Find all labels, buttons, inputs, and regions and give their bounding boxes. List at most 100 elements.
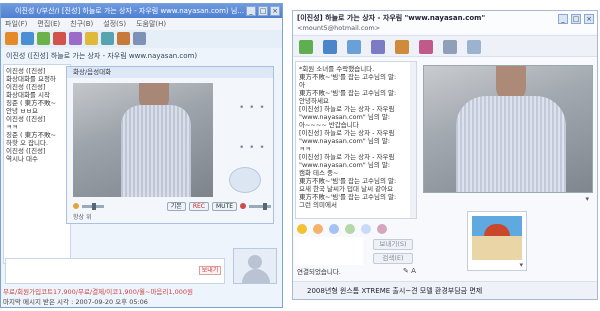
chat-line: 東方不敗~'빔'를 잡는 고수님의 말: (299, 193, 397, 201)
activities-icon[interactable] (395, 40, 409, 54)
advertisement-banner[interactable]: 2008년형 윈스톰 XTREME 출시~견 모델 환경부담금 면제 (293, 281, 597, 299)
mute-button[interactable]: MUTE (211, 201, 237, 211)
promo-status-line[interactable]: 무료/회원가입코트17,900/무료/결제/이코1,900/월~마음리1,000… (3, 287, 282, 297)
menu-settings[interactable]: 설정(S) (103, 18, 126, 30)
game-icon[interactable] (69, 32, 82, 45)
minimize-button[interactable]: _ (246, 6, 256, 16)
call-icon[interactable] (371, 40, 385, 54)
chat-line: [이진성] 하늘로 가는 상자 - 자우림 (299, 153, 395, 161)
chat-line: [이진성] 하늘로 가는 상자 - 자우림 (299, 105, 395, 113)
beach-image (472, 216, 522, 260)
wink-icon[interactable] (313, 224, 323, 234)
contact-email: <mount5@hotmail.com> (297, 24, 381, 32)
chat-line: 東方不敗~'빔'를 잡는 고수님의 말: (299, 89, 397, 97)
mic-slider[interactable] (249, 202, 271, 210)
voice-clip-icon[interactable] (345, 224, 355, 234)
chat-line: 이진성 ([진성] (6, 67, 46, 75)
emoticon-icon[interactable] (297, 224, 307, 234)
remote-video-placeholder: • • • (239, 103, 266, 113)
text-format-icon[interactable]: ✎ A (403, 267, 416, 275)
chat-line: 東方不敗~'빔'를 잡는 고수님의 말: (299, 177, 397, 185)
menu-friends[interactable]: 친구(B) (70, 18, 93, 30)
chat-line: [이진성] 하늘로 가는 상자 - 자우림 (299, 129, 395, 137)
menu-icon[interactable] (467, 40, 481, 54)
invite-icon[interactable] (299, 40, 313, 54)
sms-icon[interactable] (85, 32, 98, 45)
status-text: 연결되었습니다. (297, 268, 341, 276)
block-icon[interactable] (443, 40, 457, 54)
chat-line: *회원 소녀를 수락했습니다. (299, 65, 375, 73)
video-controls: 기본 REC MUTE (73, 201, 271, 211)
left-contact-header: 이진성 ([진성] 하늘로 가는 상자 - 자우림 www.nayasan.co… (6, 52, 198, 60)
last-message-time: 마지막 메시지 받은 시각 : 2007-09-20 오후 05:06 (3, 298, 148, 306)
menu-edit[interactable]: 편집(E) (37, 18, 60, 30)
menu-file[interactable]: 파일(F) (5, 18, 27, 30)
left-chat-window: 이진성 (/부산/) [진성] 하늘로 가는 상자 - 자우림 www.naya… (0, 3, 283, 308)
right-toolbar (293, 35, 597, 57)
right-window-controls: _ □ × (558, 14, 594, 24)
chevron-down-icon[interactable]: ▾ (519, 261, 523, 269)
chat-line: "www.nayasan.com" 님의 말: (299, 137, 391, 145)
invite-icon[interactable] (5, 32, 18, 45)
minimize-button[interactable]: _ (558, 14, 568, 24)
close-button[interactable]: × (584, 14, 594, 24)
file-send-icon[interactable] (21, 32, 34, 45)
close-button[interactable]: × (270, 6, 280, 16)
send-button[interactable]: 보내기(S) (373, 239, 413, 250)
share-files-icon[interactable] (323, 40, 337, 54)
chat-line: 요새 한국 날씨가 덥대 날씨 같아요 (299, 185, 394, 193)
right-chat-window: [이진성] 하늘로 가는 상자 - 자우림 "www.nayasan.com" … (292, 10, 598, 300)
chat-line: 이진성 ([진성] (6, 83, 46, 91)
left-menu-bar: 파일(F) 편집(E) 친구(B) 설정(S) 도움말(H) (1, 18, 282, 30)
speaker-icon[interactable] (229, 167, 261, 193)
right-chat-history[interactable]: *회원 소녀를 수락했습니다. 東方不敗~'빔'를 잡는 고수님의 말: 아 東… (295, 61, 417, 219)
ink-icon[interactable] (377, 224, 387, 234)
webcam-video (73, 83, 213, 197)
chat-line: 징준 ( 東方不敗~ (6, 99, 57, 107)
left-window-title: 이진성 (/부산/) [진성] 하늘로 가는 상자 - 자우림 www.naya… (1, 4, 282, 18)
video-icon[interactable] (37, 32, 50, 45)
video-call-icon[interactable] (347, 40, 361, 54)
display-picture[interactable]: ▾ (467, 211, 527, 271)
default-button[interactable]: 기본 (166, 201, 186, 211)
chat-line: 東方不敗~'빔'를 잡는 고수님의 말: (299, 73, 397, 81)
right-message-input[interactable] (295, 237, 363, 265)
chat-line: 화상대화를 요청하 (6, 75, 56, 83)
left-send-button[interactable]: 보내기 (199, 266, 221, 275)
right-window-header: [이진성] 하늘로 가는 상자 - 자우림 "www.nayasan.com" … (293, 11, 597, 33)
webcam-video-large (423, 65, 593, 193)
chat-line: 화상대화를 시작 (6, 91, 50, 99)
left-message-input[interactable] (5, 258, 225, 284)
always-on-top-label[interactable]: 항상 위 (73, 213, 271, 222)
person-shirt (121, 105, 191, 197)
left-chat-history[interactable]: 이진성 ([진성] 화상대화를 요청하 이진성 ([진성] 화상대화를 시작 징… (3, 64, 71, 264)
nudge-icon[interactable] (329, 224, 339, 234)
games-icon[interactable] (419, 40, 433, 54)
volume-slider[interactable] (82, 202, 104, 210)
chevron-down-icon[interactable]: ▾ (585, 195, 589, 203)
maximize-button[interactable]: □ (258, 6, 268, 16)
voice-icon[interactable] (53, 32, 66, 45)
paint-icon[interactable] (117, 32, 130, 45)
menu-help[interactable]: 도움말(H) (136, 18, 166, 30)
mic-icon (240, 203, 246, 209)
chat-line: 이진성 ([진성] (6, 147, 46, 155)
chat-line: 캠화 테스 중~ (299, 169, 339, 177)
search-button[interactable]: 검색(E) (373, 253, 413, 264)
background-icon[interactable] (361, 224, 371, 234)
rec-button[interactable]: REC (188, 201, 209, 211)
chat-line: "www.nayasan.com" 님의 말: (299, 161, 391, 169)
mail-icon[interactable] (133, 32, 146, 45)
chat-line: ㅋㅋ (299, 145, 311, 153)
chat-line: "www.nayasan.com" 님의 말: (299, 113, 391, 121)
video-chat-panel: 화상/음성대화 • • • • • • 기본 REC MUTE 항상 위 (66, 66, 274, 224)
person-shirt (456, 96, 566, 192)
chat-line: 아 (299, 81, 305, 89)
umbrella-shape (484, 224, 510, 236)
video-options-bar: ▾ (423, 195, 593, 203)
block-icon[interactable] (101, 32, 114, 45)
chat-line: 안녕하세요 (299, 97, 329, 105)
chat-line: 아~~~~ 반갑습니다 (299, 121, 359, 129)
maximize-button[interactable]: □ (571, 14, 581, 24)
chat-scrollbar[interactable] (410, 62, 416, 218)
